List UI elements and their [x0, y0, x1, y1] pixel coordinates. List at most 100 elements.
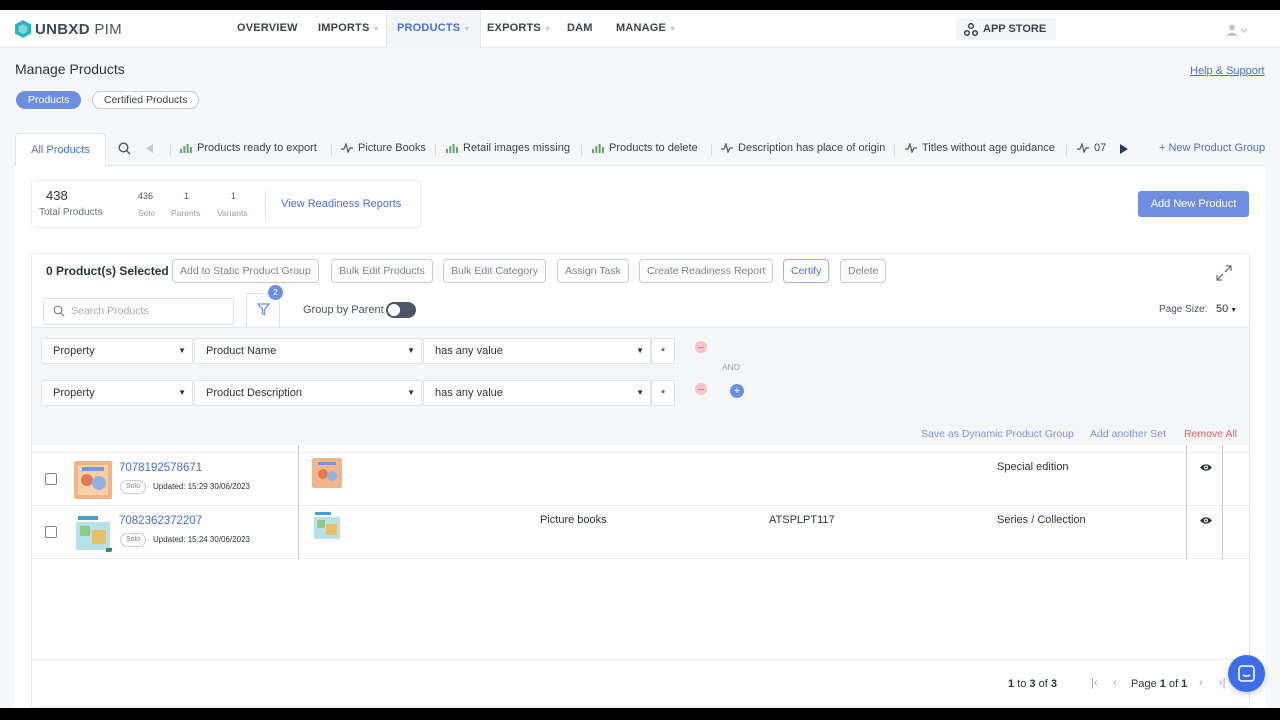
tab-picture-books[interactable]: Picture Books: [341, 142, 426, 154]
new-product-group-link[interactable]: + New Product Group: [1159, 142, 1265, 154]
app-store-label: APP STORE: [983, 23, 1047, 35]
tab-divider: [331, 144, 332, 156]
table-row[interactable]: 7078192578671 Solo Updated: 15:29 30/06/…: [32, 453, 1249, 506]
assign-task-button[interactable]: Assign Task: [557, 259, 629, 283]
product-thumbnail[interactable]: [74, 514, 112, 552]
certified-products-pill[interactable]: Certified Products: [92, 91, 200, 109]
column-divider: [298, 445, 299, 453]
tab-07[interactable]: 07: [1077, 142, 1106, 154]
eye-icon[interactable]: [1200, 516, 1212, 525]
nav-manage[interactable]: MANAGE ▼: [616, 10, 676, 48]
nav-imports[interactable]: IMPORTS ▼: [318, 10, 380, 48]
delete-button[interactable]: Delete: [840, 259, 887, 283]
save-dynamic-group-link[interactable]: Save as Dynamic Product Group: [921, 428, 1074, 440]
variants-label: Variants: [217, 208, 248, 218]
eye-icon[interactable]: [1200, 463, 1212, 472]
tab-products-ready-to-export[interactable]: Products ready to export: [180, 142, 317, 154]
first-page-icon[interactable]: |‹: [1091, 677, 1098, 689]
remove-all-link[interactable]: Remove All: [1184, 428, 1237, 440]
pulse-icon: [1077, 143, 1089, 153]
tab-divider: [581, 144, 582, 156]
variants-count: 1: [231, 191, 237, 201]
tab-all-products[interactable]: All Products: [15, 133, 106, 167]
filter-value-input[interactable]: *: [651, 338, 675, 364]
tab-label: Products ready to export: [197, 142, 317, 154]
tab-divider: [170, 144, 171, 156]
add-filter-icon[interactable]: +: [730, 384, 744, 398]
previous-page-icon[interactable]: ‹: [1113, 677, 1117, 689]
nav-exports[interactable]: EXPORTS ▼: [487, 10, 551, 48]
table-row[interactable]: 7082362372207 Solo Updated: 15:24 30/06/…: [32, 506, 1249, 559]
filter-type-select[interactable]: Property ▼: [41, 380, 193, 406]
caret-down-icon: ▼: [636, 388, 644, 397]
result-range: 1 to 3 of 3: [1008, 678, 1057, 690]
search-placeholder: Search Products: [71, 305, 149, 317]
filter-operator-select[interactable]: has any value ▼: [423, 380, 651, 406]
bar-chart-icon: [592, 144, 604, 153]
view-readiness-reports-link[interactable]: View Readiness Reports: [281, 198, 401, 210]
search-input[interactable]: Search Products: [43, 298, 234, 325]
nav-dam[interactable]: DAM: [567, 10, 593, 48]
bulk-edit-products-button[interactable]: Bulk Edit Products: [331, 259, 433, 283]
filter-count-badge: 2: [268, 285, 283, 300]
tab-titles-without-age-guidance[interactable]: Titles without age guidance: [905, 142, 1055, 154]
tab-description-has-place-of-origin[interactable]: Description has place of origin: [721, 142, 885, 154]
chevron-down-icon: ▼: [669, 26, 677, 33]
create-readiness-report-button[interactable]: Create Readiness Report: [639, 259, 774, 283]
column-divider: [1222, 445, 1223, 453]
products-pill[interactable]: Products: [16, 91, 82, 109]
tab-label: Retail images missing: [463, 142, 570, 154]
app-window: UNBXD PIM OVERVIEW IMPORTS ▼ PRODUCTS ▼ EX…: [0, 10, 1280, 708]
chevron-down-icon: ▼: [1228, 307, 1238, 314]
product-image[interactable]: [312, 511, 342, 541]
next-page-icon[interactable]: ›: [1199, 677, 1203, 689]
column-divider: [1186, 453, 1187, 506]
add-another-set-link[interactable]: Add another Set: [1090, 428, 1166, 440]
main-panel: 438 Total Products 436 Solo 1 Parents 1 …: [15, 166, 1265, 708]
chevron-down-icon: ▼: [372, 26, 380, 33]
user-menu[interactable]: [1226, 23, 1248, 41]
chevron-down-icon: ▼: [463, 26, 471, 33]
solo-count: 436: [138, 191, 154, 201]
product-id-link[interactable]: 7082362372207: [119, 515, 202, 527]
filter-type-select[interactable]: Property ▼: [41, 338, 193, 364]
add-new-product-button[interactable]: Add New Product: [1138, 191, 1249, 217]
page-size-select[interactable]: 50 ▼: [1216, 303, 1237, 315]
filter-operator-select[interactable]: has any value ▼: [423, 338, 651, 364]
filter-field-select[interactable]: Product Name ▼: [194, 338, 422, 364]
filter-value-input[interactable]: *: [651, 380, 675, 406]
remove-filter-icon[interactable]: [695, 341, 707, 353]
help-support-link[interactable]: Help & Support: [1190, 65, 1265, 77]
group-by-parent-toggle[interactable]: [386, 302, 416, 318]
search-icon[interactable]: [118, 142, 131, 155]
filter-field-select[interactable]: Product Description ▼: [194, 380, 422, 406]
certify-button[interactable]: Certify: [783, 259, 830, 283]
column-divider: [298, 453, 299, 506]
search-icon: [53, 305, 65, 317]
tab-retail-images-missing[interactable]: Retail images missing: [446, 142, 570, 154]
row-checkbox[interactable]: [45, 473, 57, 485]
total-products-count: 438: [46, 188, 68, 203]
product-thumbnail[interactable]: [74, 461, 112, 499]
scroll-left-icon[interactable]: [146, 144, 153, 153]
remove-filter-icon[interactable]: [695, 383, 707, 395]
bulk-edit-category-button[interactable]: Bulk Edit Category: [443, 259, 546, 283]
expand-icon[interactable]: [1216, 265, 1232, 281]
product-grid-panel: 0 Product(s) Selected Add to Static Prod…: [31, 253, 1250, 708]
brand-logo[interactable]: UNBXD PIM: [15, 20, 122, 38]
add-to-static-group-button[interactable]: Add to Static Product Group: [172, 259, 319, 283]
nav-products[interactable]: PRODUCTS ▼: [386, 10, 482, 48]
app-store-button[interactable]: APP STORE: [956, 18, 1056, 40]
product-image[interactable]: [312, 458, 342, 488]
product-id-link[interactable]: 7078192578671: [119, 462, 202, 474]
last-page-icon[interactable]: ›|: [1219, 677, 1226, 689]
solo-badge: Solo: [120, 533, 147, 547]
brand-name: UNBXD PIM: [35, 20, 122, 38]
scroll-right-icon[interactable]: [1120, 144, 1128, 154]
stats-card: 438 Total Products 436 Solo 1 Parents 1 …: [31, 180, 421, 228]
chat-support-button[interactable]: [1228, 655, 1265, 692]
nav-overview[interactable]: OVERVIEW: [237, 10, 298, 48]
tab-products-to-delete[interactable]: Products to delete: [592, 142, 698, 154]
row-checkbox[interactable]: [45, 526, 57, 538]
stats-divider: [265, 189, 266, 221]
